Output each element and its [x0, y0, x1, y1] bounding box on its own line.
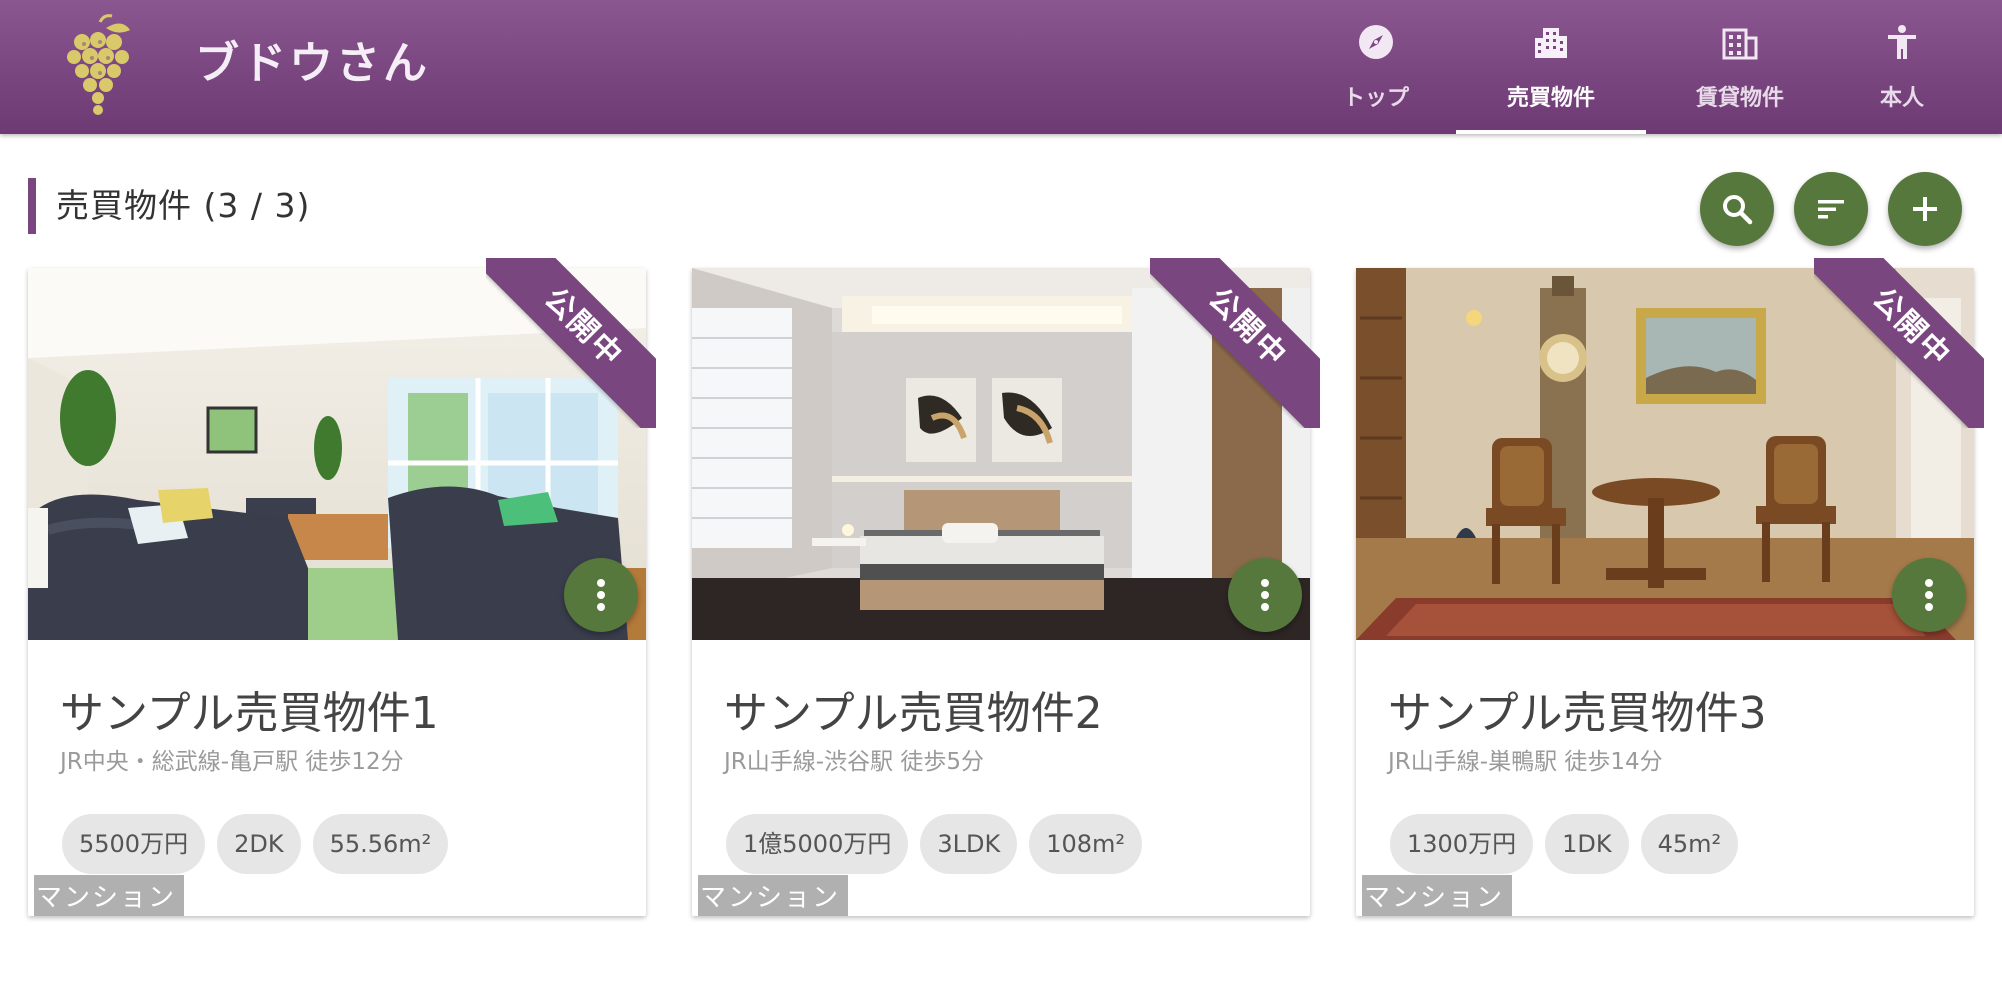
tab-rental-properties-label: 賃貸物件 [1695, 86, 1784, 111]
search-icon [1723, 195, 1753, 225]
property-chips: 1億5000万円 3LDK 108m² [726, 814, 1143, 874]
property-type-label: マンション [34, 875, 185, 916]
status-badge: 公開中 [1150, 258, 1320, 428]
layout-chip: 1DK [1545, 814, 1629, 874]
property-title: サンプル売買物件1 [60, 688, 439, 739]
app-header: ブドウさん トップ 売買物件 賃貸物件 本人 [0, 0, 2002, 134]
section-accent-bar [28, 178, 36, 234]
layout-chip: 2DK [217, 814, 301, 874]
property-title: サンプル売買物件2 [724, 688, 1103, 739]
area-chip: 45m² [1640, 814, 1739, 874]
active-tab-indicator [1456, 130, 1646, 134]
building-icon [1535, 28, 1567, 58]
card-menu-button[interactable] [1228, 558, 1302, 632]
price-chip: 5500万円 [62, 814, 206, 874]
card-menu-button[interactable] [1892, 558, 1966, 632]
tab-sales-properties[interactable]: 売買物件 [1456, 0, 1646, 134]
property-card[interactable]: 公開中 マンション サンプル売買物件3 JR山手線-巣鴨駅 徒歩14分 1300… [1356, 258, 1984, 916]
property-card[interactable]: 公開中 マンション サンプル売買物件1 JR中央・総武線-亀戸駅 徒歩12分 5… [28, 258, 656, 916]
property-title: サンプル売買物件3 [1388, 688, 1767, 739]
sort-icon [1818, 200, 1844, 219]
layout-chip: 3LDK [920, 814, 1018, 874]
grape-logo-icon[interactable] [60, 12, 140, 122]
tab-sales-properties-label: 売買物件 [1506, 86, 1595, 111]
compass-icon [1359, 25, 1393, 59]
sort-button[interactable] [1794, 172, 1868, 246]
property-type-label: マンション [698, 875, 849, 916]
tab-top[interactable]: トップ [1335, 0, 1417, 134]
more-vert-icon [597, 579, 605, 611]
area-chip: 55.56m² [312, 814, 449, 874]
property-card[interactable]: 公開中 マンション サンプル売買物件2 JR山手線-渋谷駅 徒歩5分 1億500… [692, 258, 1320, 916]
page-title: 売買物件 (3 / 3) [56, 186, 311, 225]
more-vert-icon [1261, 579, 1269, 611]
property-type-label: マンション [1362, 875, 1513, 916]
status-ribbon: 公開中 [1150, 258, 1320, 428]
tab-top-label: トップ [1342, 86, 1409, 111]
plus-icon [1913, 197, 1937, 221]
search-button[interactable] [1700, 172, 1774, 246]
tab-rental-properties[interactable]: 賃貸物件 [1690, 0, 1790, 134]
property-access: JR山手線-渋谷駅 徒歩5分 [724, 749, 985, 775]
status-badge: 公開中 [1814, 258, 1984, 428]
area-chip: 108m² [1029, 814, 1143, 874]
tab-profile[interactable]: 本人 [1874, 0, 1930, 134]
price-chip: 1億5000万円 [726, 814, 909, 874]
property-access: JR中央・総武線-亀戸駅 徒歩12分 [60, 749, 404, 775]
property-access: JR山手線-巣鴨駅 徒歩14分 [1388, 749, 1663, 775]
property-chips: 1300万円 1DK 45m² [1390, 814, 1739, 874]
property-chips: 5500万円 2DK 55.56m² [62, 814, 449, 874]
person-icon [1888, 25, 1916, 59]
more-vert-icon [1925, 579, 1933, 611]
app-title: ブドウさん [195, 38, 430, 89]
apartment-icon [1722, 28, 1758, 60]
status-ribbon: 公開中 [1814, 258, 1984, 428]
add-button[interactable] [1888, 172, 1962, 246]
status-badge: 公開中 [486, 258, 656, 428]
card-menu-button[interactable] [564, 558, 638, 632]
tab-profile-label: 本人 [1879, 86, 1924, 111]
price-chip: 1300万円 [1390, 814, 1534, 874]
status-ribbon: 公開中 [486, 258, 656, 428]
